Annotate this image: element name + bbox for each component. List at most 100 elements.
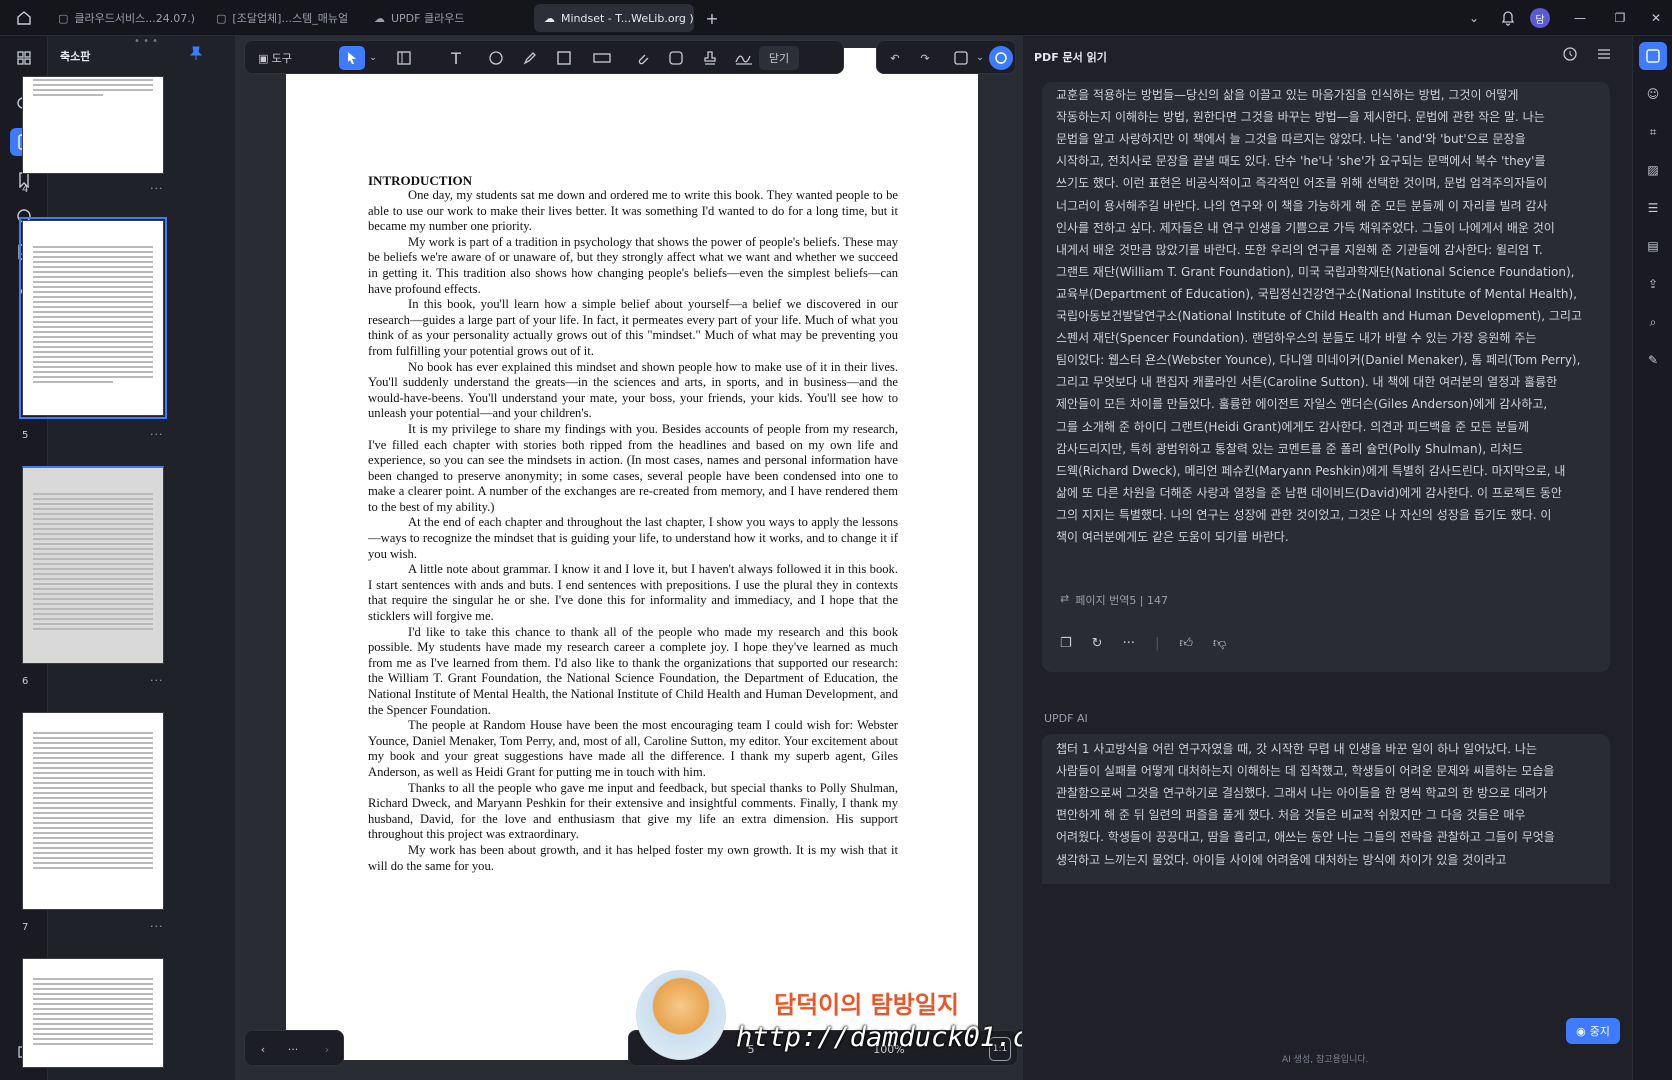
paragraph: In this book, you'll learn how a simple …: [368, 297, 898, 358]
watermark-avatar: [636, 970, 726, 1060]
tab-procurement-manual[interactable]: ▢ [조달업체]...스템_매뉴얼: [206, 4, 356, 32]
thumbnail-page-8[interactable]: [22, 958, 164, 1068]
more-icon[interactable]: ···: [1123, 636, 1135, 651]
paragraph: My work has been about growth, and it ha…: [368, 842, 898, 873]
thumbnail-panel-title: 축소판: [60, 50, 91, 63]
image-text-icon[interactable]: ▨: [1639, 156, 1667, 184]
thumbnail-page-5[interactable]: [19, 217, 167, 419]
watermark-title: 담덕이의 탐방일지: [774, 991, 959, 1019]
ai-assistant-icon[interactable]: [989, 46, 1013, 70]
page-info: ⇄ 페이지 번역5 | 147: [1060, 592, 1169, 607]
text-line: 그를 소개해 준 하이디 그랜트(Heidi Grant)에게도 감사한다. 의…: [1056, 419, 1530, 434]
divider: |: [1154, 636, 1160, 651]
ai-chat-icon[interactable]: ☺: [1639, 80, 1667, 108]
translate-icon: ⇄: [1060, 592, 1070, 605]
comment-tool-icon[interactable]: [483, 46, 509, 70]
thumbs-down-icon[interactable]: 👎︎: [1213, 636, 1226, 651]
paragraph: At the end of each chapter and throughou…: [368, 515, 898, 561]
stop-button[interactable]: ◉ 중지: [1566, 1018, 1620, 1044]
panel-drag-handle[interactable]: • • •: [134, 36, 158, 47]
tools-button[interactable]: ▣ 도구: [251, 46, 299, 70]
signature-icon[interactable]: [729, 46, 759, 70]
chevron-down-icon[interactable]: ⌄: [367, 46, 379, 70]
thumbnail-page-number: 7: [22, 922, 29, 933]
minimize-icon[interactable]: —: [1568, 6, 1592, 30]
text-line: 작동하는지 이해하는 방법, 원한다면 그것을 바꾸는 방법—을 제시한다. 문…: [1056, 110, 1545, 125]
chevron-down-icon[interactable]: ⌄: [975, 46, 985, 70]
close-window-icon[interactable]: ✕: [1644, 6, 1668, 30]
thumbnail-page-6[interactable]: [22, 466, 164, 664]
close-toolbar-button[interactable]: 닫기: [759, 46, 799, 70]
pin-icon[interactable]: [190, 46, 202, 60]
thumbs-up-icon[interactable]: 👍︎: [1179, 636, 1193, 651]
text-line: 감사드리지만, 특히 광범위하고 통찰력 있는 코멘트를 준 폴리 슐먼(Pol…: [1056, 441, 1524, 456]
tab-mindset[interactable]: ☁Mindset - T...WeLib.org ) ✕: [534, 4, 694, 32]
ai-panel-title: PDF 문서 읽기: [1034, 51, 1107, 64]
text-line: 어려웠다. 학생들이 끙끙대고, 땀을 흘리고, 애쓰는 동안 나는 그들의 전…: [1056, 830, 1555, 845]
page-text-block[interactable]: INTRODUCTION One day, my students sat me…: [368, 173, 898, 874]
bell-icon[interactable]: [1496, 6, 1520, 30]
text-line: 교육부(Department of Education), 국립정신건강연구소(…: [1056, 286, 1578, 301]
redo-icon[interactable]: ↷: [913, 46, 937, 70]
paragraph: A little note about grammar. I know it a…: [368, 562, 898, 624]
page-heading: INTRODUCTION: [368, 173, 473, 188]
paragraph: One day, my students sat me down and ord…: [368, 188, 898, 234]
paragraph: My work is part of a tradition in psycho…: [368, 234, 898, 296]
text-line: 그리고 무엇보다 내 편집자 캐롤라인 서튼(Caroline Sutton).…: [1056, 375, 1558, 390]
more-icon[interactable]: ···: [283, 1037, 303, 1061]
thumbnail-more-icon[interactable]: ···: [150, 920, 164, 933]
page-navigation: ‹ ··· ›: [244, 1030, 344, 1066]
form-fill-icon[interactable]: ☰: [1639, 194, 1667, 222]
undo-icon[interactable]: ↶: [883, 46, 907, 70]
attach-tool-icon[interactable]: [629, 46, 655, 70]
comment-icon: ▢: [216, 11, 227, 25]
measure-tool-icon[interactable]: [589, 46, 615, 70]
sticker-icon[interactable]: [663, 46, 689, 70]
settings-sliders-icon[interactable]: [1596, 46, 1612, 62]
thumbnail-more-icon[interactable]: ···: [150, 182, 164, 195]
ai-disclaimer: AI 생성, 참고용입니다.: [1282, 1055, 1369, 1065]
text-box-icon[interactable]: [391, 46, 417, 70]
shape-tool-icon[interactable]: [551, 46, 577, 70]
text-line: 팀이었다: 웹스터 욘스(Webster Younce), 다니엘 미네이커(D…: [1056, 353, 1581, 368]
prev-page-icon[interactable]: ‹: [253, 1037, 273, 1061]
ocr-icon[interactable]: ⌗: [1639, 118, 1667, 146]
avatar[interactable]: 담: [1530, 8, 1550, 28]
text-line: 내게서 배운 것만큼 많았기를 바란다. 또한 우리의 연구를 지원해 준 기관…: [1056, 242, 1543, 257]
ai-reader-icon[interactable]: [1639, 42, 1667, 70]
restore-icon[interactable]: ❐: [1608, 6, 1632, 30]
search-doc-icon[interactable]: ⌕: [1639, 308, 1667, 336]
save-icon[interactable]: [949, 46, 973, 70]
select-tool-button[interactable]: [339, 46, 365, 70]
stamp-icon[interactable]: [697, 46, 723, 70]
pdf-page[interactable]: INTRODUCTION One day, my students sat me…: [286, 48, 978, 1060]
chevron-down-icon[interactable]: ⌄: [1462, 6, 1486, 30]
organize-icon[interactable]: ▤: [1639, 232, 1667, 260]
home-icon[interactable]: [12, 6, 36, 30]
present-icon[interactable]: ✎: [1639, 346, 1667, 374]
thumbnail-page-number: 4: [22, 184, 29, 195]
export-icon[interactable]: ⇪: [1639, 270, 1667, 298]
text-line: 관찰함으로써 그것을 연구하기로 결심했다. 그래서 나는 아이들을 한 명씩 …: [1056, 786, 1548, 801]
paragraph: No book has ever explained this mindset …: [368, 359, 898, 421]
text-line: 제안들이 모든 차이를 만들었다. 훌륭한 에이전트 자일스 앤더슨(Giles…: [1056, 397, 1548, 412]
highlighter-icon[interactable]: [517, 46, 543, 70]
thumbnail-more-icon[interactable]: ···: [150, 428, 164, 441]
grid-icon[interactable]: [10, 44, 38, 72]
copy-icon[interactable]: ❐: [1060, 636, 1072, 651]
thumbnail-more-icon[interactable]: ···: [150, 674, 164, 687]
thumbnail-page-4[interactable]: [22, 76, 164, 174]
thumbnail-page-7[interactable]: [22, 712, 164, 910]
history-icon[interactable]: [1562, 46, 1578, 62]
tab-updf-cloud[interactable]: ☁ UPDF 클라우드: [364, 4, 504, 32]
text-line: 그의 지지는 특별했다. 나의 연구는 성장에 관한 것이었고, 그것은 나 자…: [1056, 507, 1552, 522]
regenerate-icon[interactable]: ↻: [1092, 636, 1103, 651]
new-tab-icon[interactable]: +: [700, 6, 724, 30]
watermark-url: http://damduck01.com: [736, 1022, 1062, 1053]
tab-cloud-service[interactable]: ▢ 클라우드서비스...24.07.): [48, 4, 198, 32]
paragraph: It is my privilege to share my findings …: [368, 421, 898, 514]
text-tool-icon[interactable]: T: [443, 46, 469, 70]
text-line: 교훈을 적용하는 방법들—당신의 삶을 이끌고 있는 마음가짐을 인식하는 방법…: [1056, 88, 1519, 102]
next-page-icon[interactable]: ›: [317, 1037, 337, 1061]
text-line: 쓰기도 했다. 이런 표현은 비공식적이고 즉각적인 어조를 위해 선택한 것이…: [1056, 176, 1548, 191]
